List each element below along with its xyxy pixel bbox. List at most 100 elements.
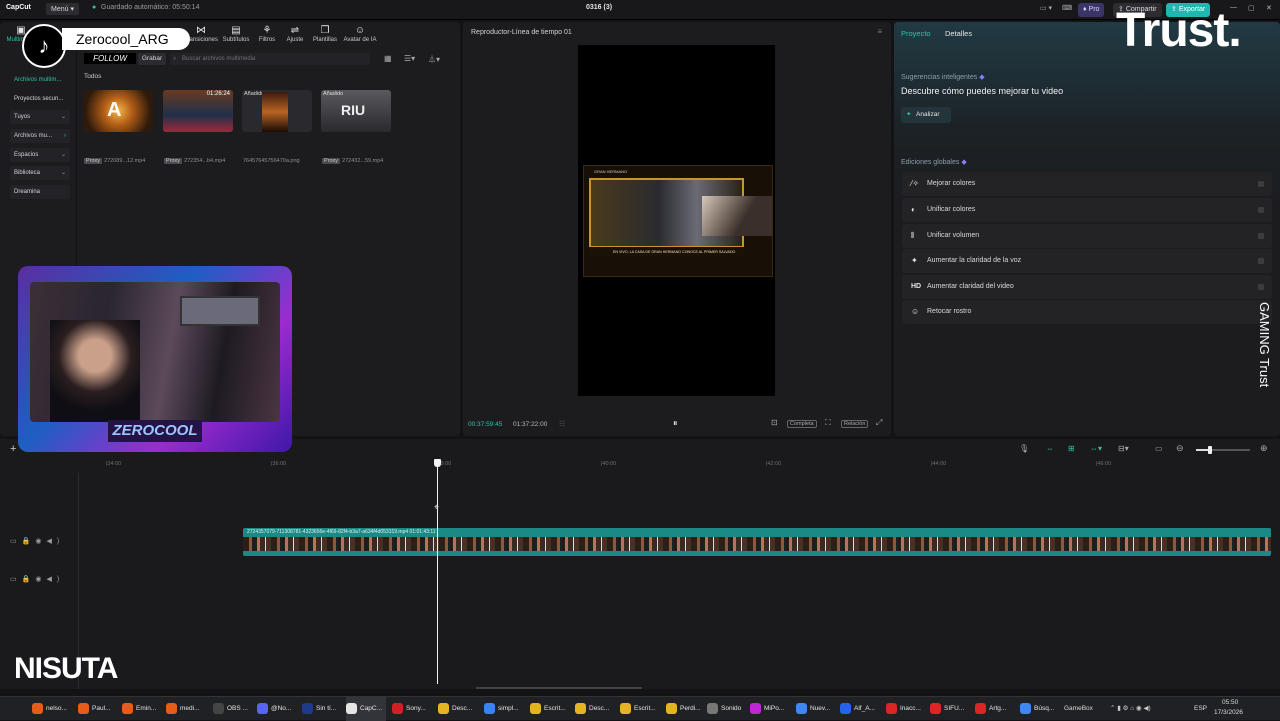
taskbar-app[interactable]: simpl...: [484, 697, 519, 721]
edit-unify-volume[interactable]: ⫴ Unificar volumen: [902, 224, 1272, 248]
focus-icon[interactable]: ⛶: [825, 418, 831, 428]
taskbar-app[interactable]: Desc...: [438, 697, 472, 721]
edit-enhance-colors[interactable]: ⁄✧ Mejorar colores: [902, 172, 1272, 196]
tool-templates[interactable]: ❐ Plantillas: [308, 25, 342, 43]
taskbar-app[interactable]: Artg...: [975, 697, 1006, 721]
menu-icon[interactable]: ≡: [877, 27, 882, 36]
gem-icon: ◆: [961, 159, 967, 166]
toggle[interactable]: [1258, 258, 1264, 264]
sidebar-item-yours[interactable]: Tuyos ⌄: [10, 110, 70, 124]
fullscreen-icon[interactable]: ⤢: [876, 418, 882, 428]
taskbar-app[interactable]: MiPo...: [750, 697, 784, 721]
taskbar-app[interactable]: Emin...: [122, 697, 156, 721]
add-track-icon[interactable]: +: [10, 443, 16, 455]
magnet-icon[interactable]: ⊞: [1068, 444, 1075, 453]
link-icon[interactable]: ⇔: [1046, 444, 1054, 453]
file-name: 272089...12.mp4: [104, 158, 146, 164]
tool-ai-avatar[interactable]: ☺ Avatar de IA: [340, 25, 380, 43]
playhead[interactable]: [437, 459, 438, 684]
follow-label: FOLLOW: [84, 53, 136, 64]
taskbar-app[interactable]: Sin tí...: [302, 697, 336, 721]
sidebar-item-spaces[interactable]: Espacios ⌄: [10, 148, 70, 162]
sidebar-item-media-files[interactable]: Archivos multim...: [10, 73, 70, 87]
list-icon[interactable]: ☷: [559, 420, 565, 428]
taskbar-app[interactable]: Alf_A...: [840, 697, 875, 721]
playhead-handle[interactable]: [434, 459, 441, 467]
taskbar-app[interactable]: OBS ...: [213, 697, 248, 721]
video-track-controls[interactable]: ▭🔒◉◀): [10, 537, 64, 545]
video-clip[interactable]: 2724357079-711308781-4323656e-4f69-82f4-…: [243, 528, 1271, 556]
maximize-icon[interactable]: ▢: [1248, 4, 1255, 12]
edit-voice-clarity[interactable]: ✦ Aumentar la claridad de la voz: [902, 249, 1272, 273]
pause-icon[interactable]: ⏸: [673, 418, 678, 429]
toggle[interactable]: [1258, 181, 1264, 187]
close-icon[interactable]: ✕: [1266, 4, 1272, 12]
taskbar-app[interactable]: Perdi...: [666, 697, 701, 721]
edit-label: Unificar colores: [927, 206, 976, 213]
pro-button[interactable]: ♦ Pro: [1078, 3, 1105, 17]
taskbar: nelso... Paul... Emin... medi... OBS ... @No.…: [0, 696, 1280, 721]
toggle[interactable]: [1258, 233, 1264, 239]
tool-adjust[interactable]: ⇌ Ajuste: [278, 25, 312, 43]
layout-icon[interactable]: ▭ ▾: [1040, 4, 1052, 12]
media-search-input[interactable]: ⌕ Buscar archivos multimedia: [170, 53, 370, 65]
media-thumbnail-3[interactable]: Añadido: [242, 90, 312, 132]
show-logo: GRAN HERMANO: [594, 169, 628, 174]
taskbar-app[interactable]: Búsq...: [1020, 697, 1054, 721]
taskbar-app-label: Nuev...: [810, 705, 831, 712]
gamebox-label[interactable]: GameBox: [1064, 705, 1093, 712]
taskbar-app[interactable]: Sony...: [392, 697, 426, 721]
sidebar-item-library[interactable]: Biblioteca ⌄: [10, 166, 70, 180]
sidebar-item-media-shared[interactable]: Archivos mu... ›: [10, 129, 70, 143]
language-indicator[interactable]: ESP: [1194, 705, 1207, 712]
audio-track-controls[interactable]: ▭🔒◉◀): [10, 575, 64, 583]
proxy-badge: Proxy: [84, 158, 103, 164]
taskbar-app[interactable]: Sonido: [707, 697, 741, 721]
taskbar-app[interactable]: @No...: [257, 697, 291, 721]
taskbar-app[interactable]: Inacc...: [886, 697, 921, 721]
caption-icon[interactable]: ▭: [1155, 444, 1163, 453]
taskbar-app[interactable]: Nuev...: [796, 697, 830, 721]
media-thumbnail-4[interactable]: Añadido RIU: [321, 90, 391, 132]
filter-icon[interactable]: ⏃▾: [428, 54, 440, 65]
media-thumbnail-1[interactable]: A: [83, 90, 153, 132]
ratio-button[interactable]: Completa: [787, 420, 817, 428]
taskbar-app[interactable]: CapC...: [346, 697, 387, 721]
zoom-slider-handle[interactable]: [1208, 446, 1212, 454]
taskbar-app[interactable]: Escrit...: [620, 697, 656, 721]
timeline-scrollbar[interactable]: [476, 687, 642, 689]
tray-icons[interactable]: ⌃ ▮ ⚙ ⌂ ◉ ◀): [1110, 704, 1151, 712]
toggle[interactable]: [1258, 284, 1264, 290]
video-preview[interactable]: GRAN HERMANO EN VIVO, LA CASA DE GRAN HE…: [578, 45, 775, 396]
taskbar-app[interactable]: SIFU...: [930, 697, 964, 721]
analyze-button[interactable]: ✦ Analizar: [901, 107, 951, 123]
preview-axis-icon[interactable]: ⊟▾: [1118, 444, 1129, 453]
microphone-icon[interactable]: 🎙: [1019, 444, 1029, 453]
tab-project[interactable]: Proyecto: [901, 29, 931, 38]
sidebar-item-dreamina[interactable]: Dreamina: [10, 185, 70, 199]
zoom-slider[interactable]: [1196, 446, 1250, 454]
aspect-button[interactable]: Relación: [841, 420, 869, 428]
taskbar-app[interactable]: Paul...: [78, 697, 110, 721]
taskbar-app[interactable]: nelso...: [32, 697, 67, 721]
shortcuts-icon[interactable]: ⌨: [1062, 4, 1072, 12]
zoom-out-icon[interactable]: ⊖: [1176, 443, 1184, 454]
crop-icon[interactable]: ⊡: [771, 418, 778, 427]
edit-video-clarity[interactable]: HD Aumentar claridad del video: [902, 275, 1272, 299]
sort-icon[interactable]: ☰▾: [404, 54, 415, 63]
tab-details[interactable]: Detalles: [945, 29, 972, 38]
media-thumbnail-2[interactable]: 01:26:24: [163, 90, 233, 132]
taskbar-app[interactable]: Desc...: [575, 697, 609, 721]
taskbar-app[interactable]: Escrit...: [530, 697, 566, 721]
grid-view-icon[interactable]: ▦: [384, 54, 392, 63]
edit-unify-colors[interactable]: ◐ Unificar colores: [902, 198, 1272, 222]
sidebar-item-secondary-projects[interactable]: Proyectos secun...: [10, 92, 70, 106]
taskbar-app[interactable]: medi...: [166, 697, 200, 721]
tool-subtitles[interactable]: ▤ Subtítulos: [219, 25, 253, 43]
zoom-in-icon[interactable]: ⊕: [1260, 443, 1268, 454]
edit-retouch-face[interactable]: ☺ Retocar rostro: [902, 300, 1272, 324]
main-menu-button[interactable]: Menú ▾: [46, 3, 79, 15]
edit-label: Aumentar la claridad de la voz: [927, 257, 1022, 264]
snap-icon[interactable]: ⇔▾: [1090, 444, 1102, 453]
toggle[interactable]: [1258, 207, 1264, 213]
